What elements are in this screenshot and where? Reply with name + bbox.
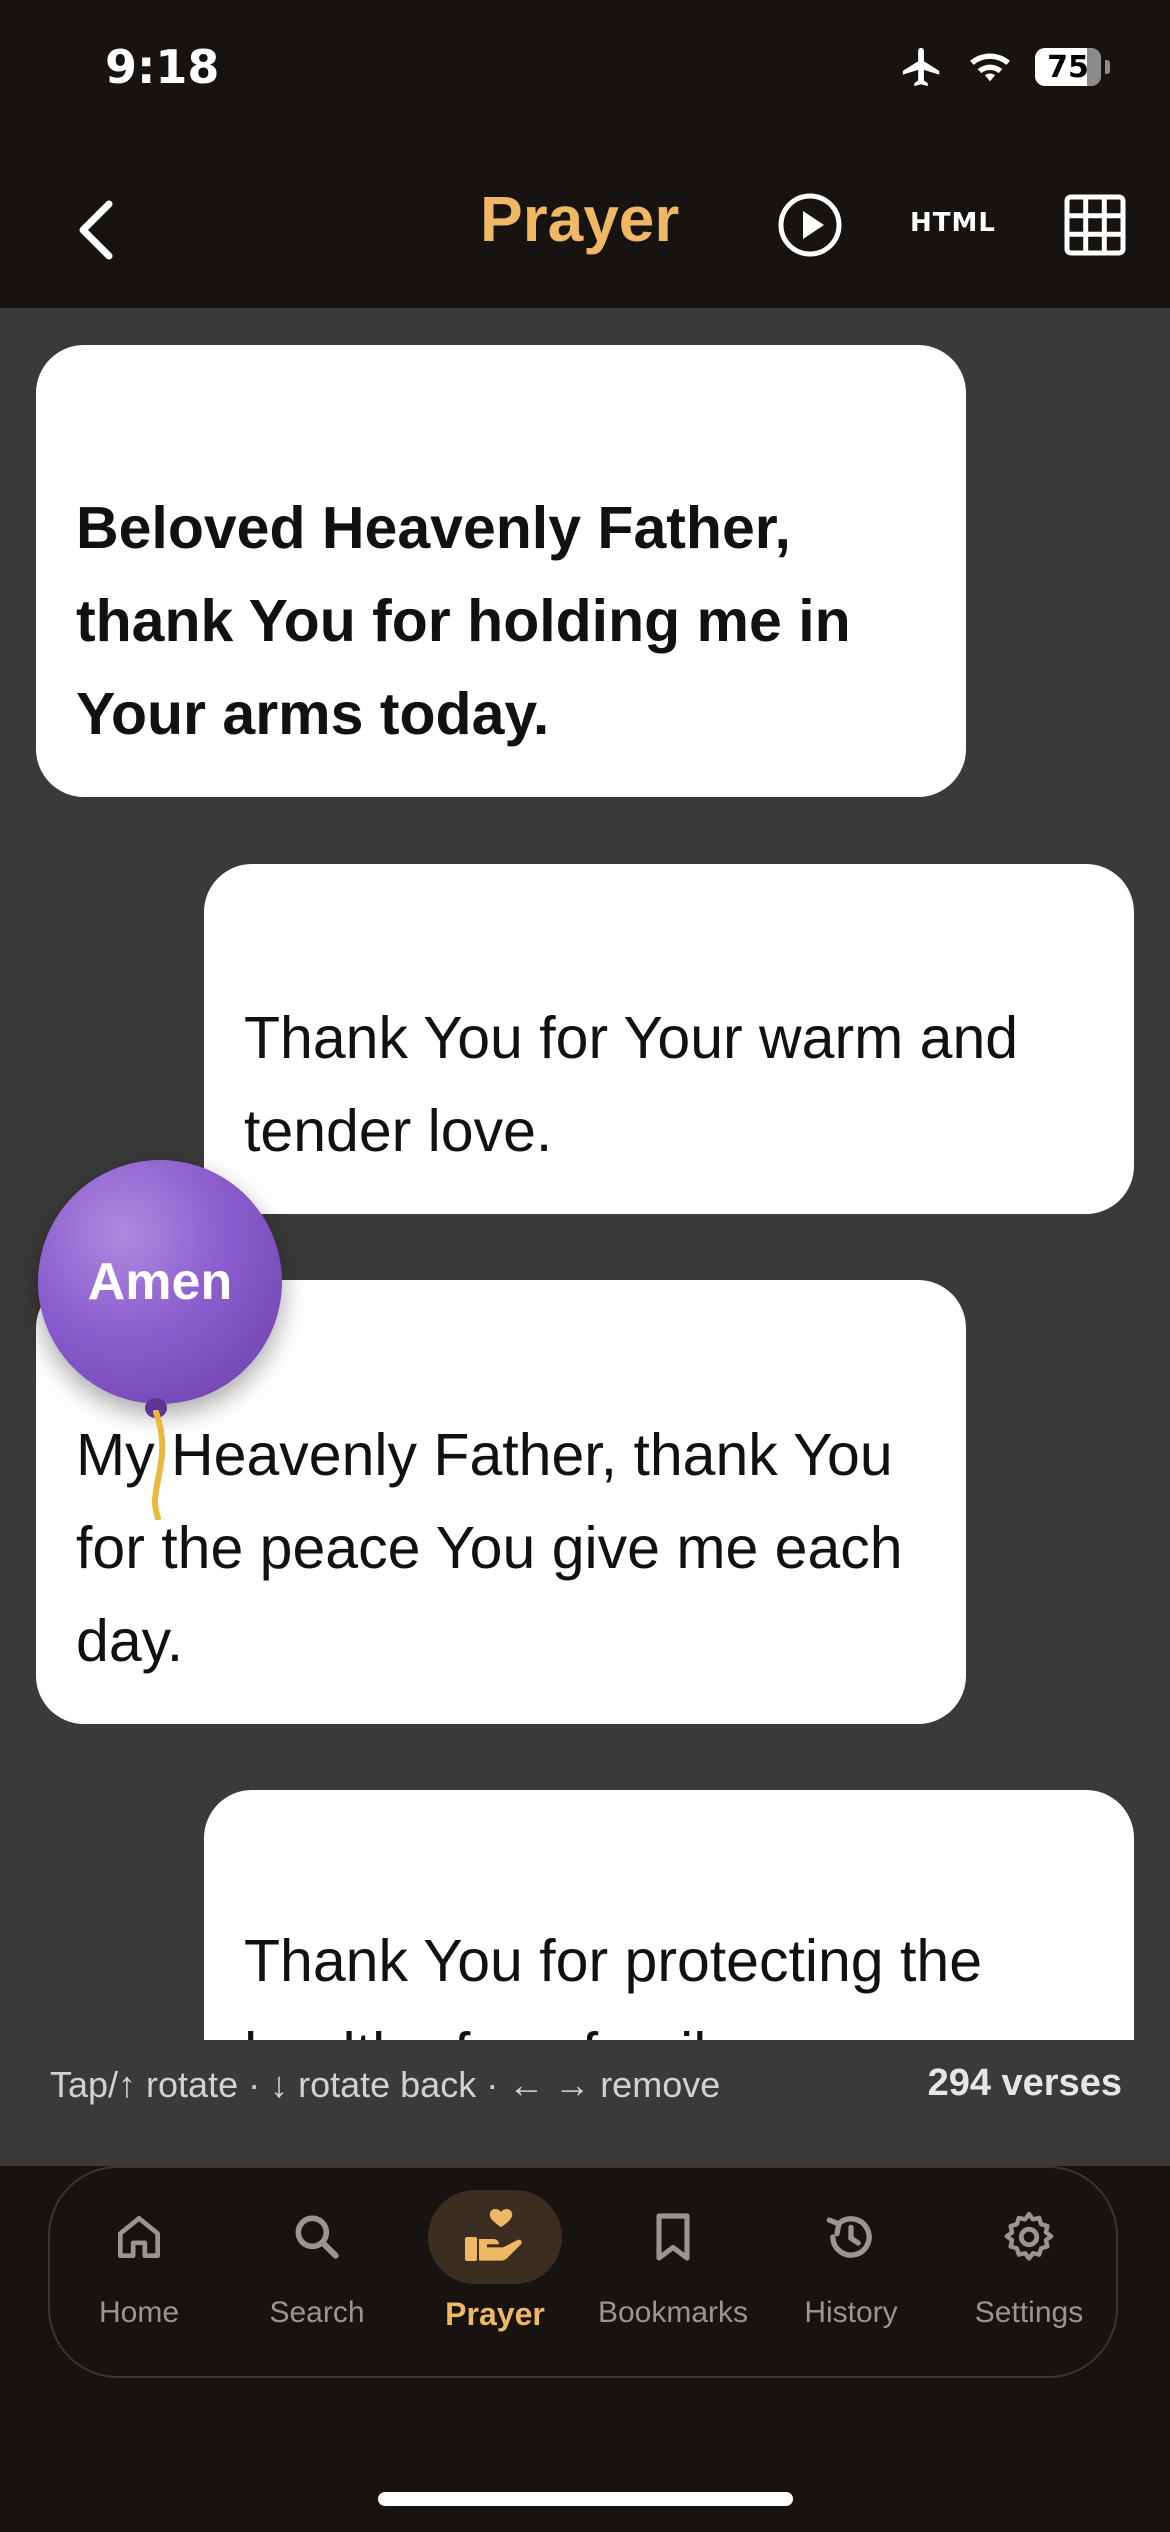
balloon-label: Amen [87, 1253, 233, 1311]
tab-bookmarks[interactable]: Bookmarks [584, 2190, 762, 2360]
tab-settings[interactable]: Settings [940, 2190, 1118, 2360]
prayer-bubble[interactable]: Thank You for Your warm and tender love. [204, 864, 1134, 1214]
status-icons: 75 [899, 44, 1110, 90]
tab-label: Settings [974, 2296, 1084, 2329]
tab-home[interactable]: Home [50, 2190, 228, 2360]
tab-label: Home [98, 2296, 180, 2329]
tab-label: Bookmarks [597, 2296, 749, 2329]
grid-icon [1064, 194, 1126, 256]
search-icon [295, 2215, 339, 2259]
gesture-hint: Tap/↑ rotate · ↓ rotate back · ← → remov… [50, 2064, 721, 2105]
home-indicator[interactable] [378, 2492, 793, 2506]
tab-label: Search [269, 2296, 365, 2329]
balloon-string [152, 1410, 166, 1520]
chevron-left-icon [79, 200, 113, 260]
status-bar: 9:18 75 [0, 0, 1170, 150]
play-circle-icon [778, 193, 842, 257]
play-button[interactable] [775, 190, 845, 260]
home-icon [118, 2216, 161, 2258]
history-icon [826, 2216, 872, 2258]
airplane-mode-icon [902, 47, 940, 87]
tab-history[interactable]: History [762, 2190, 940, 2360]
status-time: 9:18 [105, 40, 220, 94]
battery-icon: 75 [1035, 48, 1101, 86]
amen-balloon[interactable]: Amen [38, 1160, 282, 1404]
tab-prayer[interactable]: Prayer [406, 2190, 584, 2360]
wifi-icon [970, 53, 1010, 82]
gear-icon [1004, 2211, 1054, 2261]
bookmark-icon [656, 2213, 690, 2261]
back-button[interactable] [55, 190, 135, 270]
prayer-text: Thank You for Your warm and tender love. [244, 1005, 1019, 1164]
grid-view-button[interactable] [1063, 193, 1133, 263]
verse-count: 294 verses [927, 2062, 1122, 2104]
tab-label: Prayer [445, 2296, 545, 2332]
page-title: Prayer [480, 183, 680, 255]
nav-bar: Prayer HTML [0, 150, 1170, 308]
tab-search[interactable]: Search [228, 2190, 406, 2360]
praying-hands-heart-icon [465, 2209, 522, 2261]
tab-label: History [804, 2296, 898, 2329]
gesture-hint-bar: Tap/↑ rotate · ↓ rotate back · ← → remov… [0, 2040, 1170, 2166]
prayer-bubble[interactable]: Beloved Heavenly Father, thank You for h… [36, 345, 966, 797]
html-export-button[interactable]: HTML [910, 208, 996, 238]
prayer-text: My Heavenly Father, thank You for the pe… [76, 1422, 903, 1674]
battery-level: 75 [1047, 49, 1089, 85]
prayer-text: Beloved Heavenly Father, thank You for h… [76, 495, 851, 747]
